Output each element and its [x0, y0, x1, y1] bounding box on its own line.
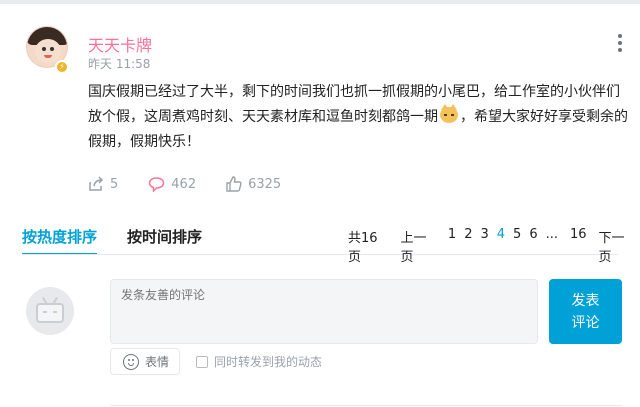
more-options-icon[interactable] — [618, 34, 624, 54]
tab-sort-time[interactable]: 按时间排序 — [127, 226, 202, 255]
tab-sort-hot[interactable]: 按热度排序 — [22, 226, 98, 255]
page-link-current[interactable]: 4 — [497, 227, 505, 265]
comment-icon — [149, 177, 165, 192]
page-link[interactable]: 6 — [529, 227, 537, 265]
emoji-label: 表情 — [145, 355, 170, 369]
like-count: 6325 — [248, 176, 282, 192]
forward-label[interactable]: 同时转发到我的动态 — [214, 353, 322, 370]
current-user-avatar — [26, 287, 74, 335]
page-link[interactable]: 2 — [464, 227, 472, 265]
emoji-button[interactable]: 表情 — [110, 348, 180, 375]
comment-count: 462 — [171, 176, 197, 192]
page-total: 共16页 — [348, 231, 378, 265]
comment-input[interactable] — [110, 279, 538, 344]
page-link-last[interactable]: 16 — [570, 227, 587, 265]
cat-face-emoji-icon — [440, 104, 458, 123]
username[interactable]: 天天卡牌 — [88, 32, 152, 56]
top-divider — [0, 0, 640, 4]
bottom-divider — [110, 405, 622, 406]
page-ellipsis: ... — [545, 227, 558, 242]
vip-badge-icon: ⚡ — [55, 60, 69, 74]
comment-button[interactable]: 462 — [148, 176, 196, 192]
forward-checkbox[interactable] — [196, 355, 208, 368]
sort-tabs: 按热度排序 按时间排序 — [22, 226, 232, 255]
tv-placeholder-icon — [36, 303, 64, 323]
pagination: 共16页 上一页 1 2 3 4 5 6 ... 16 下一页 — [348, 227, 640, 265]
thumbs-up-icon — [226, 176, 242, 192]
post-time: 昨天 11:58 — [88, 57, 151, 71]
smiley-icon — [123, 353, 139, 370]
share-icon — [89, 176, 104, 191]
page-link[interactable]: 5 — [513, 227, 521, 265]
submit-comment-button[interactable]: 发表 评论 — [549, 279, 622, 344]
next-page-button[interactable]: 下一页 — [599, 227, 632, 265]
prev-page-button[interactable]: 上一页 — [400, 227, 433, 265]
forward-option: 同时转发到我的动态 — [196, 353, 322, 370]
page-link[interactable]: 3 — [480, 227, 488, 265]
submit-label: 发表 评论 — [571, 292, 600, 331]
page-link[interactable]: 1 — [448, 227, 456, 265]
like-button[interactable]: 6325 — [226, 176, 281, 192]
post-content: 国庆假期已经过了大半，剩下的时间我们也抓一抓假期的小尾巴，给工作室的小伙伴们放个… — [88, 80, 628, 155]
post-actions: 5 462 6325 — [88, 176, 311, 192]
share-button[interactable]: 5 — [88, 176, 118, 192]
share-count: 5 — [110, 176, 119, 192]
